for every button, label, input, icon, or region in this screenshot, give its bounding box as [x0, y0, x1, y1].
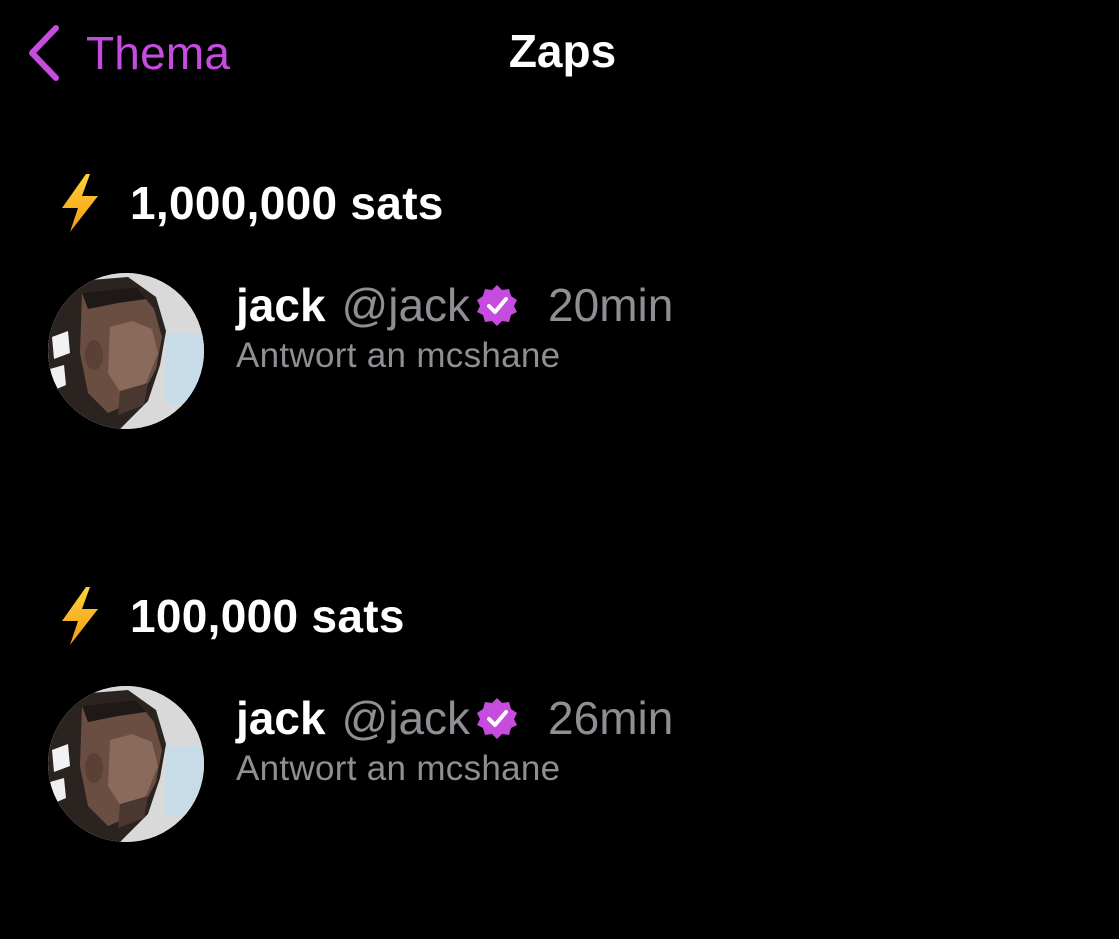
zap-reply-context: Antwort an mcshane: [236, 749, 561, 788]
zap-user-line: jack @jack 20min: [236, 277, 673, 333]
avatar-photo: [48, 686, 204, 842]
zap-entry[interactable]: 100,000 sats jack @jack 26min Antwort an…: [0, 583, 1119, 863]
zap-reply-context: Antwort an mcshane: [236, 336, 561, 375]
verified-badge-icon: [477, 285, 518, 326]
user-display-name[interactable]: jack: [236, 282, 326, 328]
zap-amount-row: 100,000 sats: [56, 583, 405, 649]
user-display-name[interactable]: jack: [236, 695, 326, 741]
avatar[interactable]: [48, 686, 204, 842]
avatar-photo: [48, 273, 204, 429]
page-title: Zaps: [508, 25, 617, 77]
zap-amount: 100,000 sats: [130, 590, 405, 642]
zap-timestamp: 20min: [548, 279, 674, 331]
lightning-bolt-icon: [62, 587, 98, 645]
zap-timestamp: 26min: [548, 692, 674, 744]
user-handle[interactable]: @jack: [342, 282, 471, 328]
user-handle[interactable]: @jack: [342, 695, 471, 741]
zap-amount-row: 1,000,000 sats: [56, 170, 444, 236]
zap-entry[interactable]: 1,000,000 sats jack @jack 20min Antwort …: [0, 170, 1119, 450]
zap-user-line: jack @jack 26min: [236, 690, 673, 746]
lightning-bolt-icon: [62, 174, 98, 232]
verified-badge-icon: [477, 698, 518, 739]
zap-amount: 1,000,000 sats: [130, 177, 444, 229]
avatar[interactable]: [48, 273, 204, 429]
navigation-bar: Thema Zaps: [0, 0, 1119, 110]
